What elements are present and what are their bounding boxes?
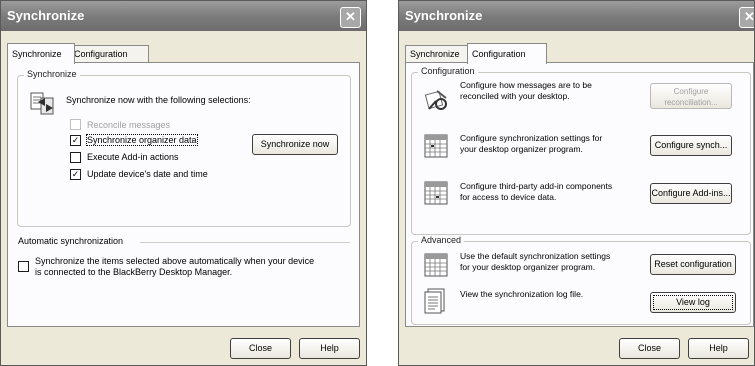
sync-arrows-icon xyxy=(30,92,54,115)
configure-reconciliation-label-line1: Configure xyxy=(673,87,709,96)
help-button[interactable]: Help xyxy=(688,338,749,359)
synchronize-now-button[interactable]: Synchronize now xyxy=(252,134,338,155)
configure-synch-button[interactable]: Configure synch... xyxy=(650,135,732,156)
auto-sync-divider xyxy=(140,242,350,243)
tab-panel: Configuration Configure how messages are… xyxy=(405,62,754,327)
close-button[interactable]: Close xyxy=(619,338,680,359)
window-title: Synchronize xyxy=(7,8,85,23)
configure-reconciliation-label-line2: reconciliation... xyxy=(664,98,718,107)
update-date-time-checkbox[interactable]: ✓ xyxy=(70,169,81,180)
tab-synchronize[interactable]: Synchronize xyxy=(7,43,75,64)
execute-addin-label: Execute Add-in actions xyxy=(87,152,179,162)
help-button[interactable]: Help xyxy=(299,338,360,359)
window-title: Synchronize xyxy=(405,8,483,23)
close-icon[interactable]: ✕ xyxy=(739,7,754,28)
synchronize-group: Synchronize Synchronize now with the fol… xyxy=(17,69,351,227)
close-button[interactable]: Close xyxy=(230,338,291,359)
config-reconcile-text-line2: reconciled with your desktop. xyxy=(460,91,570,101)
config-reconcile-text-line1: Configure how messages are to be xyxy=(460,80,592,90)
auto-sync-label-line2: is connected to the BlackBerry Desktop M… xyxy=(35,267,233,277)
calendar-icon xyxy=(424,181,448,205)
reset-text-line2: for your desktop organizer program. xyxy=(460,262,596,272)
reconcile-messages-checkbox[interactable] xyxy=(70,119,81,130)
group-legend: Configuration xyxy=(418,66,478,76)
reconcile-messages-label: Reconcile messages xyxy=(87,120,171,130)
update-date-time-label: Update device's date and time xyxy=(87,169,208,179)
synchronize-organizer-label: Synchronize organizer data xyxy=(86,134,198,146)
synchronize-organizer-checkbox[interactable]: ✓ xyxy=(70,135,81,146)
configure-reconciliation-button[interactable]: Configure reconciliation... xyxy=(650,83,732,109)
config-synch-text-line1: Configure synchronization settings for xyxy=(460,133,603,143)
title-bar: Synchronize ✕ xyxy=(399,1,754,31)
auto-sync-label-line1: Synchronize the items selected above aut… xyxy=(35,256,315,266)
execute-addin-checkbox[interactable] xyxy=(70,152,81,163)
tab-configuration[interactable]: Configuration xyxy=(69,45,149,63)
sync-intro-text: Synchronize now with the following selec… xyxy=(66,95,251,105)
group-legend: Advanced xyxy=(418,235,465,245)
config-addins-text-line2: for access to device data. xyxy=(460,192,557,202)
reset-configuration-button[interactable]: Reset configuration xyxy=(650,254,736,275)
synchronize-dialog-right: Synchronize ✕ Synchronize Configuration … xyxy=(398,0,755,366)
group-legend: Synchronize xyxy=(24,69,80,79)
calendar-icon xyxy=(424,134,448,158)
synchronize-dialog-left: Synchronize ✕ Synchronize Configuration … xyxy=(0,0,367,366)
auto-sync-heading: Automatic synchronization xyxy=(18,236,124,246)
reset-text-line1: Use the default synchronization settings xyxy=(460,251,611,261)
tab-panel: Synchronize Synchronize now with the fol… xyxy=(7,62,360,327)
configure-addins-button[interactable]: Configure Add-ins... xyxy=(650,183,732,204)
tools-icon xyxy=(424,90,447,110)
log-file-icon xyxy=(424,288,445,314)
configuration-group: Configuration Configure how messages are… xyxy=(411,66,751,235)
calendar-icon xyxy=(424,253,448,277)
config-synch-text-line2: your desktop organizer program. xyxy=(460,144,583,154)
view-log-button[interactable]: View log xyxy=(650,292,736,313)
advanced-group: Advanced Use the default synchronization… xyxy=(411,235,751,325)
view-log-text: View the synchronization log file. xyxy=(460,289,584,299)
config-addins-text-line1: Configure third-party add-in components xyxy=(460,181,613,191)
close-icon[interactable]: ✕ xyxy=(340,7,361,28)
auto-sync-checkbox[interactable] xyxy=(18,261,29,272)
title-bar: Synchronize ✕ xyxy=(1,1,366,31)
tab-synchronize[interactable]: Synchronize xyxy=(405,45,473,63)
tab-configuration[interactable]: Configuration xyxy=(467,43,547,64)
